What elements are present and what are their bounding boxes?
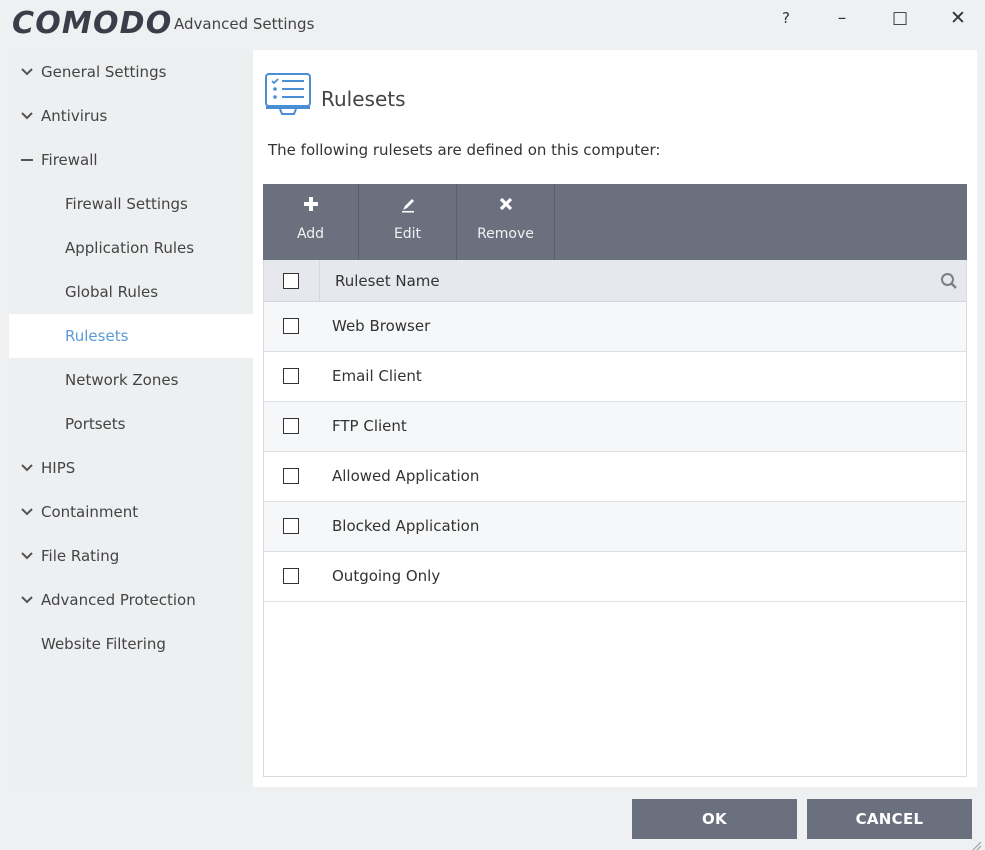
chevron-down-icon (19, 534, 35, 578)
row-checkbox[interactable] (283, 468, 299, 484)
remove-label: Remove (477, 226, 534, 242)
ruleset-name: Email Client (332, 367, 422, 385)
sidebar-item-hips[interactable]: HIPS (9, 446, 253, 490)
comodo-logo: COMODO (12, 6, 173, 41)
resize-grip-icon[interactable] (970, 836, 982, 850)
sidebar-item-rulesets[interactable]: Rulesets (9, 314, 253, 358)
sidebar-item-portsets[interactable]: Portsets (9, 402, 253, 446)
plus-icon (263, 197, 358, 215)
ruleset-name: Blocked Application (332, 517, 480, 535)
sidebar-item-website-filtering[interactable]: Website Filtering (9, 622, 253, 666)
sidebar-item-general-settings[interactable]: General Settings (9, 50, 253, 94)
add-label: Add (296, 226, 325, 242)
chevron-down-icon (19, 94, 35, 138)
select-all-checkbox[interactable] (283, 273, 299, 289)
sidebar-item-label: Containment (41, 503, 139, 521)
cancel-button[interactable]: CANCEL (807, 799, 972, 839)
sidebar-item-label: Rulesets (65, 327, 129, 345)
table-row[interactable]: Allowed Application (264, 452, 966, 502)
row-checkbox[interactable] (283, 568, 299, 584)
sidebar-item-label: HIPS (41, 459, 76, 477)
sidebar: General Settings Antivirus Firewall Fire… (9, 50, 253, 787)
remove-button[interactable]: Remove (457, 184, 555, 260)
window-title: Advanced Settings (174, 15, 315, 33)
row-checkbox[interactable] (283, 318, 299, 334)
sidebar-item-network-zones[interactable]: Network Zones (9, 358, 253, 402)
column-divider (319, 260, 320, 301)
sidebar-item-label: Application Rules (65, 239, 195, 257)
sidebar-item-antivirus[interactable]: Antivirus (9, 94, 253, 138)
table-row[interactable]: Email Client (264, 352, 966, 402)
ruleset-list-icon (264, 72, 314, 116)
add-button[interactable]: Add (263, 184, 359, 260)
sidebar-item-label: Firewall Settings (65, 195, 188, 213)
sidebar-item-firewall-settings[interactable]: Firewall Settings (9, 182, 253, 226)
chevron-down-icon (19, 578, 35, 622)
table-row[interactable]: Outgoing Only (264, 552, 966, 602)
sidebar-item-global-rules[interactable]: Global Rules (9, 270, 253, 314)
sidebar-item-application-rules[interactable]: Application Rules (9, 226, 253, 270)
row-checkbox[interactable] (283, 368, 299, 384)
pencil-icon (359, 197, 456, 215)
page-title: Rulesets (321, 87, 406, 111)
column-header-ruleset-name[interactable]: Ruleset Name (335, 272, 440, 290)
chevron-down-icon (19, 50, 35, 94)
collapse-dash-icon (19, 138, 35, 182)
rulesets-table: Ruleset Name Web Browser Email Client FT… (263, 260, 967, 777)
table-row[interactable]: Blocked Application (264, 502, 966, 552)
row-checkbox[interactable] (283, 518, 299, 534)
minimize-button[interactable]: – (822, 6, 862, 34)
sidebar-item-advanced-protection[interactable]: Advanced Protection (9, 578, 253, 622)
chevron-down-icon (19, 446, 35, 490)
x-icon (457, 197, 554, 215)
title-bar: COMODO Advanced Settings ? – □ ✕ (0, 0, 985, 48)
sidebar-item-label: Advanced Protection (41, 591, 196, 609)
sidebar-item-label: Firewall (41, 151, 98, 169)
edit-button[interactable]: Edit (359, 184, 457, 260)
sidebar-item-label: File Rating (41, 547, 120, 565)
main-panel: Rulesets The following rulesets are defi… (253, 50, 977, 787)
help-button[interactable]: ? (766, 6, 806, 34)
sidebar-item-label: Portsets (65, 415, 126, 433)
ruleset-name: Web Browser (332, 317, 431, 335)
table-header: Ruleset Name (264, 260, 966, 302)
sidebar-item-label: General Settings (41, 63, 167, 81)
sidebar-item-label: Global Rules (65, 283, 159, 301)
ruleset-name: FTP Client (332, 417, 407, 435)
chevron-down-icon (19, 490, 35, 534)
row-checkbox[interactable] (283, 418, 299, 434)
ok-button[interactable]: OK (632, 799, 797, 839)
close-button[interactable]: ✕ (938, 6, 978, 34)
ruleset-name: Allowed Application (332, 467, 480, 485)
sidebar-item-file-rating[interactable]: File Rating (9, 534, 253, 578)
table-row[interactable]: FTP Client (264, 402, 966, 452)
ruleset-name: Outgoing Only (332, 567, 441, 585)
ruleset-toolbar: Add Edit Remove (263, 184, 967, 260)
sidebar-item-label: Network Zones (65, 371, 179, 389)
sidebar-item-label: Antivirus (41, 107, 108, 125)
page-description: The following rulesets are defined on th… (268, 141, 661, 159)
edit-label: Edit (393, 226, 422, 242)
table-row[interactable]: Web Browser (264, 302, 966, 352)
maximize-button[interactable]: □ (880, 6, 920, 34)
search-icon[interactable] (940, 272, 958, 290)
sidebar-item-label: Website Filtering (41, 635, 166, 653)
sidebar-item-firewall[interactable]: Firewall (9, 138, 253, 182)
sidebar-item-containment[interactable]: Containment (9, 490, 253, 534)
